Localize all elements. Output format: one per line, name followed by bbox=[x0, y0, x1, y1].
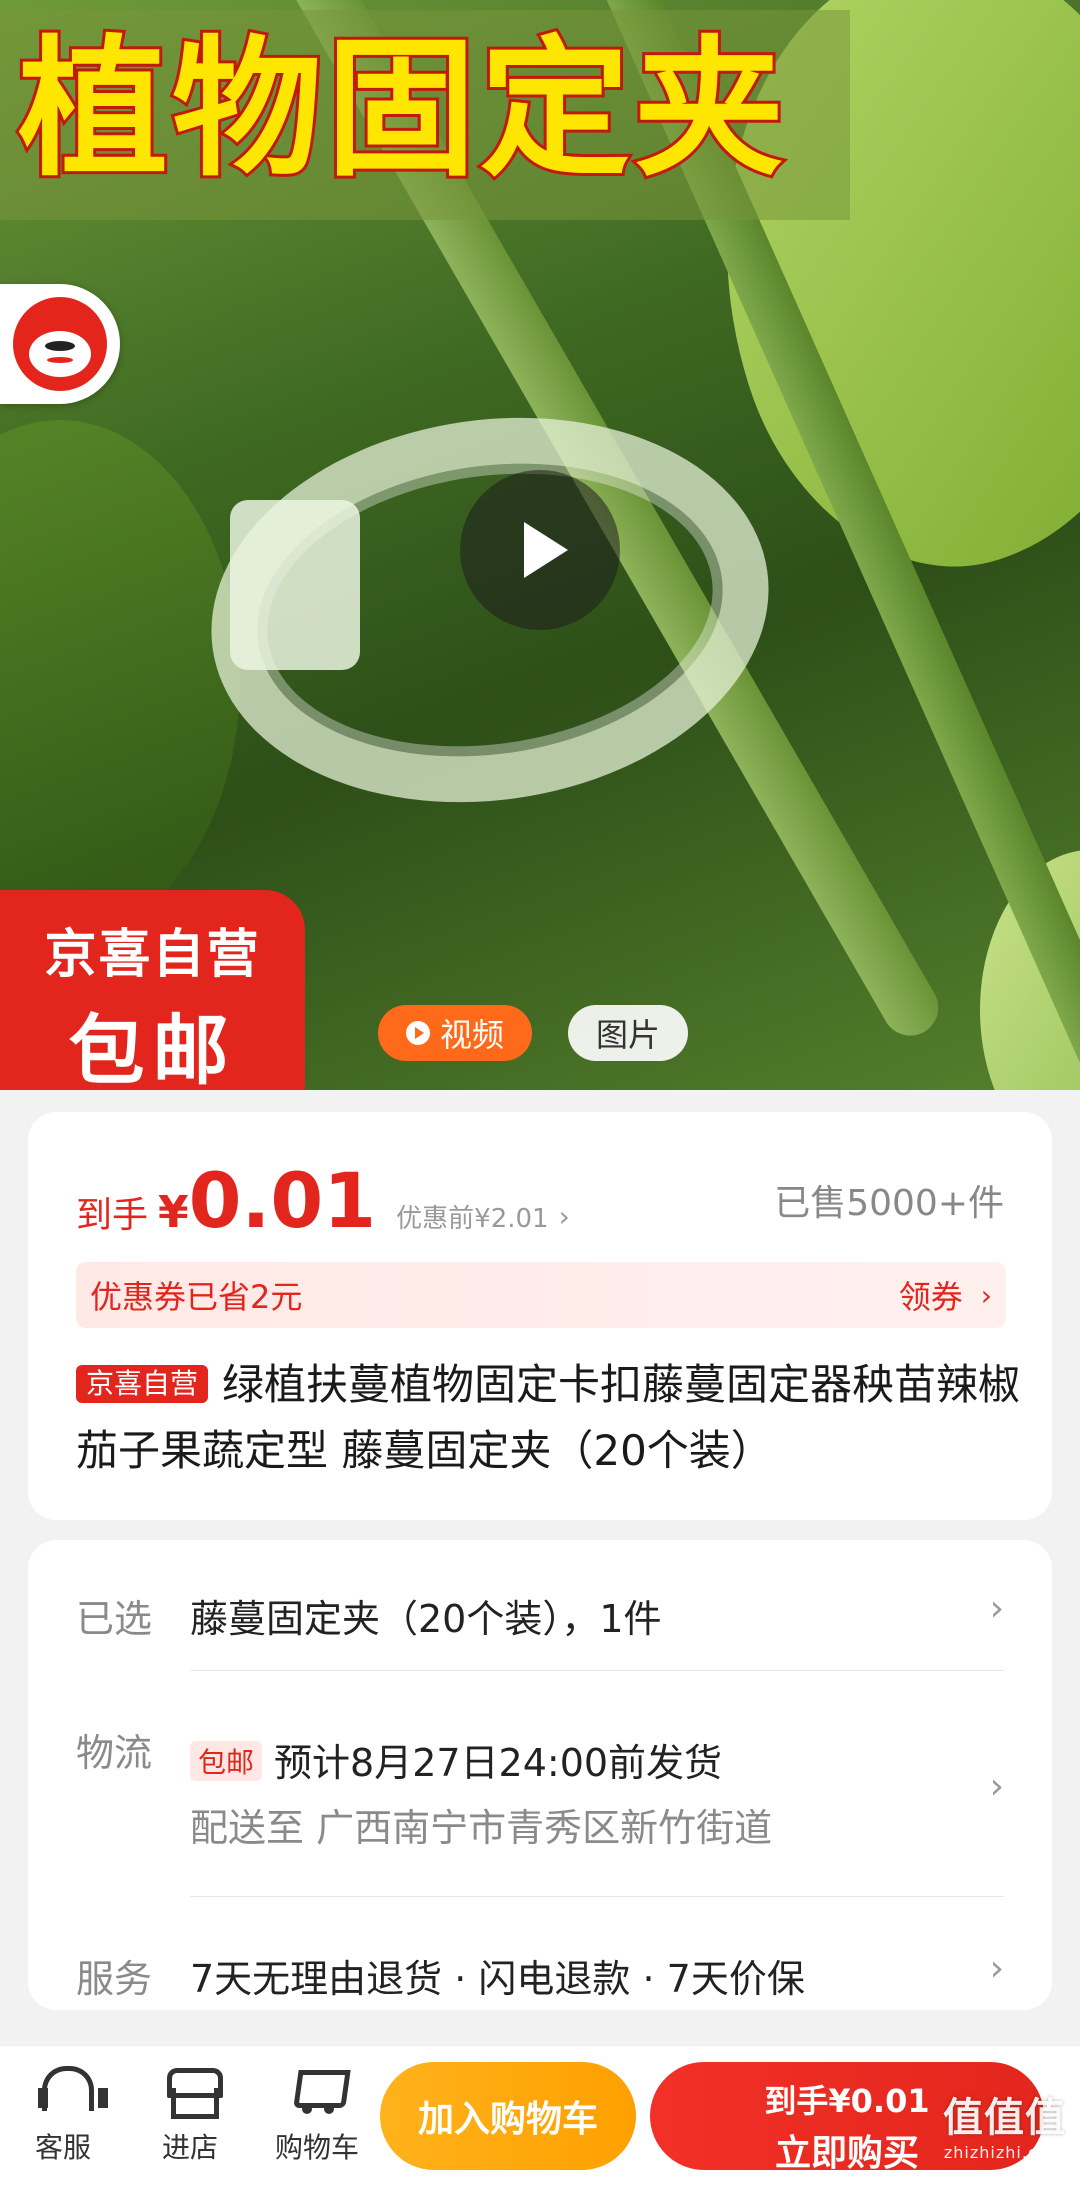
promo-badge-line1: 京喜自营 bbox=[44, 925, 261, 985]
service-value: 7天无理由退货 · 闪电退款 · 7天价保 bbox=[190, 1957, 805, 2001]
self-operated-tag: 京喜自营 bbox=[76, 1365, 209, 1403]
chevron-right-icon: › bbox=[989, 1766, 1004, 1807]
tab-image[interactable]: 图片 bbox=[568, 1005, 689, 1061]
hero-title: 植物固定夹 bbox=[15, 20, 789, 200]
play-small-icon bbox=[406, 1021, 430, 1045]
price-value: 0.01 bbox=[188, 1156, 377, 1245]
chevron-right-icon: › bbox=[558, 1200, 570, 1233]
price-currency: ¥ bbox=[158, 1187, 189, 1238]
divider bbox=[190, 1670, 1004, 1671]
service-label: 服务 bbox=[76, 1957, 153, 2001]
service-row[interactable]: 服务 7天无理由退货 · 闪电退款 · 7天价保 › bbox=[76, 1948, 1004, 2003]
chevron-right-icon: › bbox=[989, 1948, 1004, 1989]
chevron-right-icon: › bbox=[989, 1588, 1004, 1629]
customer-service-button[interactable]: 客服 bbox=[8, 2062, 118, 2166]
delivery-address: 配送至 广西南宁市青秀区新竹街道 bbox=[190, 1806, 773, 1850]
promo-badge-line2: 包邮 bbox=[68, 1006, 237, 1090]
jd-mascot-button[interactable] bbox=[0, 284, 120, 404]
selected-value: 藤蔓固定夹（20个装），1件 bbox=[190, 1597, 662, 1641]
logistics-label: 物流 bbox=[76, 1731, 153, 1775]
watermark-site: zhizhizhi.com bbox=[943, 2143, 1066, 2162]
store-icon bbox=[163, 2062, 223, 2119]
bottom-action-bar: 客服 进店 购物车 加入购物车 到手¥0.01 立即购买 bbox=[0, 2045, 1080, 2185]
headset-icon bbox=[36, 2062, 108, 2116]
free-shipping-tag: 包邮 bbox=[190, 1741, 263, 1781]
jd-mascot-icon bbox=[13, 297, 107, 391]
plant-clip-lock-graphic bbox=[230, 500, 360, 670]
customer-service-label: 客服 bbox=[34, 2131, 91, 2164]
play-video-button[interactable] bbox=[460, 470, 620, 630]
leaf-graphic bbox=[0, 420, 240, 940]
store-label: 进店 bbox=[161, 2131, 218, 2164]
site-watermark: 值值值 zhizhizhi.com bbox=[943, 2085, 1066, 2162]
cart-icon bbox=[290, 2062, 344, 2116]
promo-badge: 京喜自营 包邮 bbox=[0, 890, 305, 1090]
get-coupon-button[interactable]: 领券 › bbox=[899, 1272, 992, 1318]
coupon-saved-text: 优惠券已省2元 bbox=[90, 1278, 303, 1316]
selected-label: 已选 bbox=[76, 1597, 153, 1641]
tab-video-label: 视频 bbox=[440, 1016, 505, 1054]
watermark-main: 值值值 bbox=[943, 2095, 1066, 2141]
info-card: 已选 藤蔓固定夹（20个装），1件 › 物流 包邮 预计8月27日24:00前发货… bbox=[28, 1540, 1052, 2010]
delivery-estimate: 预计8月27日24:00前发货 bbox=[274, 1741, 723, 1785]
coupon-bar[interactable]: 优惠券已省2元 领券 › bbox=[76, 1262, 1006, 1328]
product-title-block: 京喜自营 绿植扶蔓植物固定卡扣藤蔓固定器秧苗辣椒茄子果蔬定型 藤蔓固定夹（20个装… bbox=[76, 1352, 1026, 1484]
chevron-right-icon: › bbox=[980, 1278, 992, 1312]
sold-count: 已售5000+件 bbox=[774, 1183, 1004, 1224]
logistics-content: 包邮 预计8月27日24:00前发货 配送至 广西南宁市青秀区新竹街道 bbox=[190, 1722, 1004, 1852]
selected-spec-row[interactable]: 已选 藤蔓固定夹（20个装），1件 › bbox=[76, 1588, 1004, 1643]
price-row: 到手 ¥ 0.01 优惠前¥2.01 › bbox=[76, 1156, 570, 1245]
media-tabs: 视频 图片 bbox=[378, 1005, 689, 1061]
price-prefix: 到手 bbox=[76, 1195, 149, 1236]
cart-label: 购物车 bbox=[274, 2131, 359, 2164]
original-price: 优惠前¥2.01 bbox=[396, 1204, 549, 1234]
add-to-cart-button[interactable]: 加入购物车 bbox=[380, 2062, 636, 2170]
original-price-link[interactable]: 优惠前¥2.01 › bbox=[396, 1198, 570, 1235]
get-coupon-label: 领券 bbox=[898, 1278, 963, 1316]
logistics-row[interactable]: 物流 包邮 预计8月27日24:00前发货 配送至 广西南宁市青秀区新竹街道 › bbox=[76, 1722, 1004, 1852]
tab-image-label: 图片 bbox=[596, 1016, 661, 1054]
product-title: 绿植扶蔓植物固定卡扣藤蔓固定器秧苗辣椒茄子果蔬定型 藤蔓固定夹（20个装） bbox=[76, 1360, 1021, 1475]
divider bbox=[190, 1896, 1004, 1897]
price-card: 到手 ¥ 0.01 优惠前¥2.01 › 已售5000+件 优惠券已省2元 领券… bbox=[28, 1112, 1052, 1520]
tab-video[interactable]: 视频 bbox=[378, 1005, 533, 1061]
product-gallery[interactable]: 植物固定夹 京喜自营 包邮 视频 图片 bbox=[0, 0, 1080, 1090]
store-button[interactable]: 进店 bbox=[135, 2062, 245, 2166]
product-page: 植物固定夹 京喜自营 包邮 视频 图片 到手 ¥ 0.01 优惠前¥2.01 ›… bbox=[0, 0, 1080, 2185]
cart-button[interactable]: 购物车 bbox=[262, 2062, 372, 2166]
